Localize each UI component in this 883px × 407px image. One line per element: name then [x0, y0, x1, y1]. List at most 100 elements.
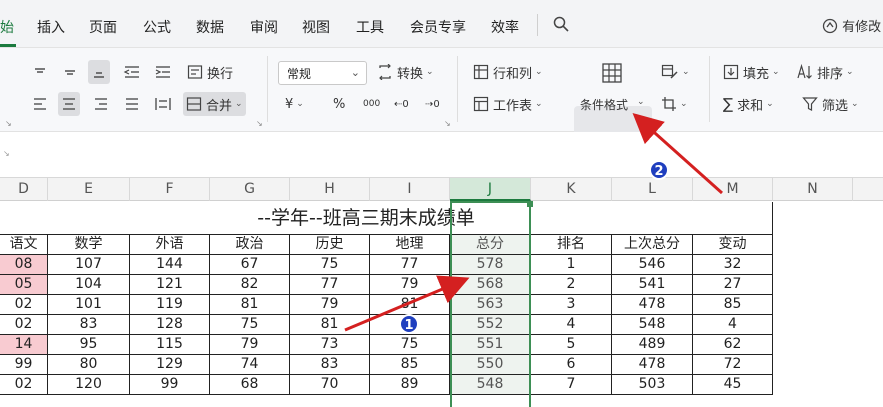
table-cell[interactable]: 75: [210, 315, 290, 335]
menu-tab-review[interactable]: 审阅: [250, 17, 278, 37]
table-header-cell[interactable]: 上次总分: [612, 235, 693, 255]
table-cell[interactable]: 563: [450, 295, 531, 315]
crop-button[interactable]: ⌄: [658, 92, 691, 116]
table-cell[interactable]: 02: [0, 295, 48, 315]
table-cell[interactable]: 541: [612, 275, 693, 295]
table-cell[interactable]: 02: [0, 315, 48, 335]
decrease-indent-button[interactable]: [120, 60, 144, 84]
table-cell[interactable]: 552: [450, 315, 531, 335]
table-cell[interactable]: 81: [370, 295, 450, 315]
align-top-button[interactable]: [29, 60, 51, 84]
menu-tab-data[interactable]: 数据: [196, 17, 224, 37]
column-header-F[interactable]: F: [130, 178, 210, 201]
table-cell[interactable]: 77: [370, 255, 450, 275]
menu-tab-efficiency[interactable]: 效率: [491, 17, 519, 37]
table-cell[interactable]: 72: [693, 355, 773, 375]
column-header-N[interactable]: N: [773, 178, 853, 201]
menu-tab-view[interactable]: 视图: [302, 17, 330, 37]
table-cell[interactable]: 82: [210, 275, 290, 295]
table-cell[interactable]: 85: [370, 355, 450, 375]
table-cell[interactable]: 80: [48, 355, 130, 375]
increase-indent-button[interactable]: [151, 60, 175, 84]
table-cell[interactable]: 104: [48, 275, 130, 295]
search-icon[interactable]: [553, 16, 569, 32]
currency-format-button[interactable]: ¥ ⌄: [282, 92, 307, 116]
table-cell[interactable]: 75: [290, 255, 370, 275]
table-cell[interactable]: 79: [210, 335, 290, 355]
table-cell[interactable]: 503: [612, 375, 693, 395]
table-cell[interactable]: 548: [612, 315, 693, 335]
wrap-text-button[interactable]: 换行: [184, 60, 236, 84]
align-center-button[interactable]: [58, 92, 80, 116]
table-cell[interactable]: 45: [693, 375, 773, 395]
sum-button[interactable]: ∑ 求和 ⌄: [720, 92, 777, 116]
column-header-J[interactable]: J: [450, 178, 531, 201]
table-cell[interactable]: 99: [130, 375, 210, 395]
menu-tab-formula[interactable]: 公式: [143, 17, 171, 37]
column-header-M[interactable]: M: [693, 178, 773, 201]
table-header-cell[interactable]: 历史: [290, 235, 370, 255]
table-cell[interactable]: 27: [693, 275, 773, 295]
table-cell[interactable]: 68: [210, 375, 290, 395]
column-header-E[interactable]: E: [48, 178, 130, 201]
column-header-D[interactable]: D: [0, 178, 48, 201]
fill-button[interactable]: 填充 ⌄: [720, 60, 783, 84]
align-middle-button[interactable]: [59, 60, 81, 84]
table-cell[interactable]: 144: [130, 255, 210, 275]
table-header-cell[interactable]: 总分: [450, 235, 531, 255]
table-cell[interactable]: 70: [290, 375, 370, 395]
table-header-cell[interactable]: 语文: [0, 235, 48, 255]
table-cell[interactable]: 119: [130, 295, 210, 315]
cell-style-button[interactable]: ⌄: [658, 60, 693, 84]
table-cell[interactable]: 79: [370, 275, 450, 295]
percent-format-button[interactable]: %: [330, 92, 348, 116]
convert-button[interactable]: 转换 ⌄: [374, 60, 437, 84]
table-cell[interactable]: 3: [531, 295, 612, 315]
dialog-launcher-icon[interactable]: ↘: [5, 119, 12, 128]
row-column-button[interactable]: 行和列 ⌄: [470, 60, 546, 84]
table-cell[interactable]: 77: [290, 275, 370, 295]
justify-button[interactable]: [121, 92, 143, 116]
menu-tab-insert[interactable]: 插入: [37, 17, 65, 37]
table-cell[interactable]: 74: [210, 355, 290, 375]
table-title[interactable]: --学年--班高三期末成绩单: [0, 202, 773, 235]
table-cell[interactable]: 115: [130, 335, 210, 355]
selection-fill-handle[interactable]: [527, 201, 533, 207]
table-cell[interactable]: 79: [290, 295, 370, 315]
distributed-align-button[interactable]: [151, 92, 175, 116]
table-cell[interactable]: 546: [612, 255, 693, 275]
table-header-cell[interactable]: 数学: [48, 235, 130, 255]
menu-tab-page[interactable]: 页面: [89, 17, 117, 37]
increase-decimal-button[interactable]: ⇠0: [391, 92, 412, 116]
table-cell[interactable]: 89: [370, 375, 450, 395]
table-cell[interactable]: 2: [531, 275, 612, 295]
table-cell[interactable]: 548: [450, 375, 531, 395]
modified-status[interactable]: 有修改: [822, 16, 881, 35]
table-cell[interactable]: 02: [0, 375, 48, 395]
table-header-cell[interactable]: 外语: [130, 235, 210, 255]
table-cell[interactable]: 478: [612, 295, 693, 315]
filter-button[interactable]: 筛选 ⌄: [799, 92, 862, 116]
table-cell[interactable]: 578: [450, 255, 531, 275]
alignment-dialog-launcher-icon[interactable]: ↘: [256, 119, 263, 128]
table-cell[interactable]: 95: [48, 335, 130, 355]
table-cell[interactable]: 75: [370, 335, 450, 355]
table-header-cell[interactable]: 地理: [370, 235, 450, 255]
table-cell[interactable]: 121: [130, 275, 210, 295]
table-cell[interactable]: 4: [693, 315, 773, 335]
table-cell[interactable]: 62: [693, 335, 773, 355]
column-header-G[interactable]: G: [210, 178, 290, 201]
column-header-L[interactable]: L: [612, 178, 693, 201]
table-cell[interactable]: 551: [450, 335, 531, 355]
table-cell[interactable]: 85: [693, 295, 773, 315]
menu-tab-start[interactable]: 始: [0, 17, 14, 37]
thousands-separator-button[interactable]: 000: [360, 92, 383, 116]
number-format-select[interactable]: 常规 ⌄: [278, 61, 367, 85]
table-cell[interactable]: 478: [612, 355, 693, 375]
table-cell[interactable]: 08: [0, 255, 48, 275]
table-header-cell[interactable]: 变动: [693, 235, 773, 255]
align-left-button[interactable]: [29, 92, 51, 116]
number-dialog-launcher-icon[interactable]: ↘: [444, 119, 451, 128]
table-cell[interactable]: 5: [531, 335, 612, 355]
column-header-I[interactable]: I: [370, 178, 450, 201]
